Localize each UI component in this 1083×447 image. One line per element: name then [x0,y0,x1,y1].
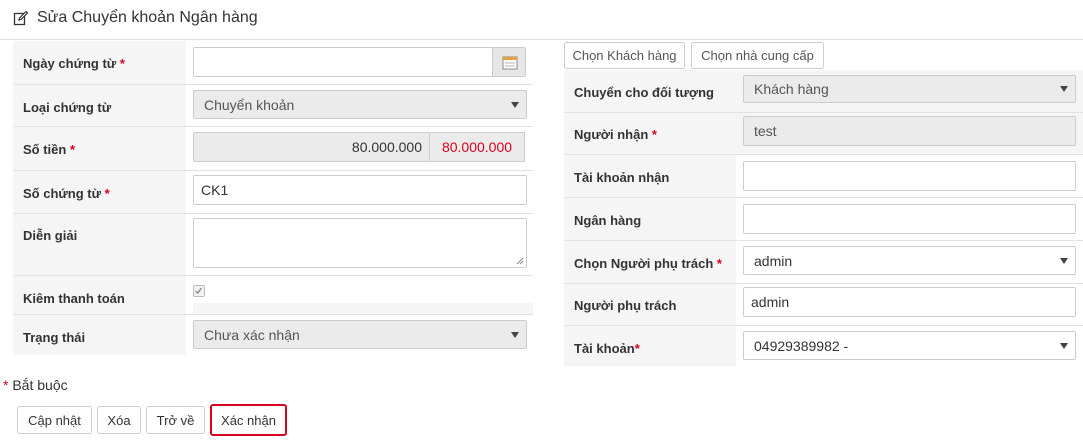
bank-label: Ngân hàng [564,198,736,240]
bank-input[interactable] [743,204,1076,234]
checkmark-icon [195,287,203,295]
edit-icon [13,10,29,26]
back-button[interactable]: Trở về [146,406,205,434]
description-label: Diễn giải [13,214,186,275]
delete-button[interactable]: Xóa [97,406,141,434]
doc-type-label: Loại chứng từ [13,85,186,126]
receive-account-input[interactable] [743,161,1076,191]
dropdown-arrow-icon [1060,257,1068,264]
choose-staff-label: Chọn Người phụ trách * [564,241,736,283]
confirm-button[interactable]: Xác nhận [210,404,287,436]
calendar-icon [502,56,518,70]
dropdown-arrow-icon [511,101,519,108]
dropdown-arrow-icon [511,331,519,338]
choose-staff-select[interactable]: admin [743,246,1076,275]
staff-input[interactable]: admin [743,287,1076,317]
target-select[interactable]: Khách hàng [743,75,1076,103]
date-label: Ngày chứng từ * [13,41,186,84]
status-select[interactable]: Chưa xác nhận [193,320,527,349]
page-title: Sửa Chuyển khoản Ngân hàng [37,9,258,26]
receive-account-label: Tài khoản nhận [564,155,736,197]
account-select[interactable]: 04929389982 - [743,331,1076,360]
description-textarea[interactable] [193,218,527,268]
amount-converted: 80.000.000 [430,132,525,162]
choose-customer-button[interactable]: Chọn Khách hàng [564,42,685,69]
amount-label: Số tiền * [13,127,186,170]
page-header: Sửa Chuyển khoản Ngân hàng [0,0,1083,40]
doc-no-label: Số chứng từ * [13,171,186,213]
update-button[interactable]: Cập nhật [17,406,92,434]
calendar-button[interactable] [492,47,526,77]
status-label: Trạng thái [13,315,186,355]
amount-input[interactable]: 80.000.000 [193,132,430,162]
check-payment-label: Kiêm thanh toán [13,276,186,314]
choose-supplier-button[interactable]: Chọn nhà cung cấp [691,42,824,69]
account-label: Tài khoản* [564,326,736,366]
target-label: Chuyển cho đối tượng [564,70,736,112]
doc-no-input[interactable]: CK1 [193,175,527,205]
required-note: * Bắt buộc [3,377,68,393]
doc-type-select[interactable]: Chuyển khoản [193,90,527,119]
receiver-label: Người nhận * [564,113,736,154]
staff-label: Người phụ trách [564,284,736,325]
resize-handle-icon[interactable] [516,257,524,265]
check-payment-checkbox[interactable] [193,285,205,297]
date-input[interactable] [193,47,493,77]
receiver-input[interactable]: test [743,116,1076,146]
dropdown-arrow-icon [1060,342,1068,349]
dropdown-arrow-icon [1060,86,1068,92]
